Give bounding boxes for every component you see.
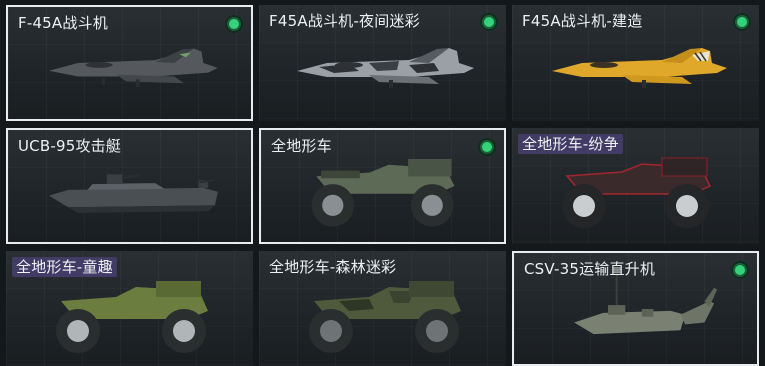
item-title: CSV-35运输直升机	[524, 260, 656, 278]
green-dot-icon	[480, 13, 498, 31]
item-card-ucb95[interactable]: UCB-95攻击艇	[6, 128, 253, 244]
item-title: F-45A战斗机	[18, 14, 108, 32]
item-card-csv35[interactable]: CSV-35运输直升机	[512, 251, 759, 366]
item-title: 全地形车	[271, 137, 332, 155]
item-card-atv-kids[interactable]: 全地形车-童趣	[6, 251, 253, 366]
green-dot-icon	[478, 138, 496, 156]
green-dot-icon	[733, 13, 751, 31]
item-title: F45A战斗机-建造	[522, 12, 643, 30]
item-card-f45a-night[interactable]: F45A战斗机-夜间迷彩	[259, 5, 506, 121]
item-card-f45a[interactable]: F-45A战斗机	[6, 5, 253, 121]
green-dot-icon	[731, 261, 749, 279]
item-title: UCB-95攻击艇	[18, 137, 122, 155]
item-card-atv-conflict[interactable]: 全地形车-纷争	[512, 128, 759, 244]
item-card-atv[interactable]: 全地形车	[259, 128, 506, 244]
green-dot-icon	[225, 15, 243, 33]
item-title: 全地形车-纷争	[518, 134, 623, 154]
item-title: 全地形车-森林迷彩	[269, 258, 397, 276]
item-card-atv-forest[interactable]: 全地形车-森林迷彩	[259, 251, 506, 366]
item-card-f45a-build[interactable]: F45A战斗机-建造	[512, 5, 759, 121]
item-title: F45A战斗机-夜间迷彩	[269, 12, 420, 30]
vehicle-skin-grid: F-45A战斗机 F45A战斗机-夜间迷彩 F45A战斗机-建造 UCB-95攻…	[0, 0, 765, 366]
item-title: 全地形车-童趣	[12, 257, 117, 277]
